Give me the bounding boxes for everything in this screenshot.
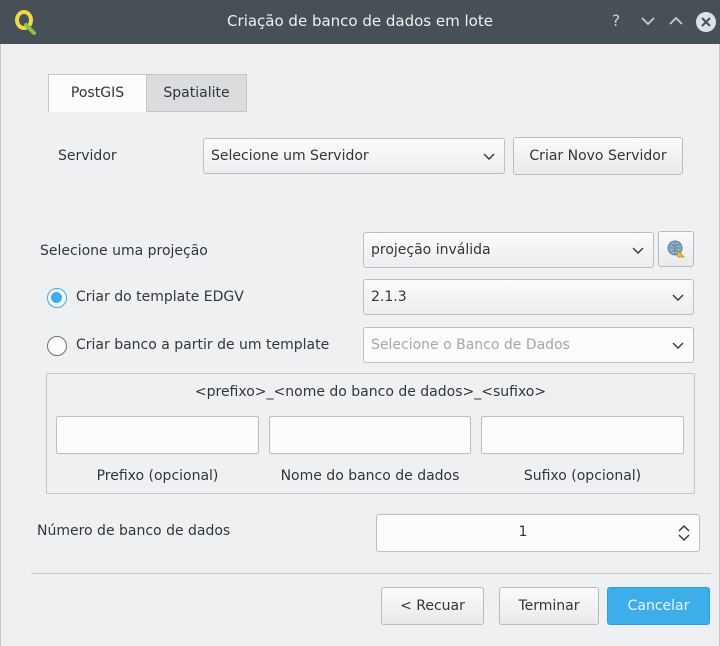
prefix-input[interactable] [56, 416, 259, 454]
prefix-label: Prefixo (opcional) [96, 468, 219, 484]
edgv-version-select[interactable]: 2.1.3 [363, 279, 694, 315]
chevron-down-icon [672, 342, 684, 349]
database-count-value: 1 [518, 524, 528, 540]
close-icon[interactable] [696, 12, 716, 32]
template-db-radio[interactable] [47, 336, 67, 356]
spin-updown-icon[interactable] [677, 523, 691, 543]
title-bar: Criação de banco de dados em lote ? [0, 0, 720, 44]
dialog-body: PostGIS Spatialite Servidor Selecione um… [0, 44, 720, 646]
tab-spatialite[interactable]: Spatialite [147, 74, 247, 112]
projection-picker-button[interactable] [658, 231, 694, 267]
new-server-button[interactable]: Criar Novo Servidor [513, 137, 683, 175]
maximize-icon[interactable] [664, 9, 688, 33]
projection-globe-icon [667, 240, 685, 258]
help-icon[interactable]: ? [604, 9, 628, 33]
back-button[interactable]: < Recuar [381, 587, 484, 625]
database-count-label: Número de banco de dados [37, 523, 231, 539]
naming-group: <prefixo>_<nome do banco de dados>_<sufi… [46, 373, 695, 494]
projection-select-value: projeção inválida [371, 242, 491, 258]
tab-postgis[interactable]: PostGIS [48, 74, 147, 112]
chevron-down-icon [672, 294, 684, 301]
divider [31, 573, 711, 574]
finish-button[interactable]: Terminar [499, 587, 599, 625]
projection-label: Selecione uma projeção [40, 243, 208, 259]
server-select-value: Selecione um Servidor [211, 148, 369, 164]
template-edgv-label: Criar do template EDGV [76, 289, 244, 305]
projection-select[interactable]: projeção inválida [363, 232, 654, 268]
chevron-down-icon [483, 153, 495, 160]
template-db-select[interactable]: Selecione o Banco de Dados [363, 327, 694, 363]
database-name-input[interactable] [269, 416, 471, 454]
cancel-button[interactable]: Cancelar [607, 587, 710, 625]
server-label: Servidor [58, 148, 117, 164]
database-name-label: Nome do banco de dados [280, 468, 460, 484]
suffix-label: Sufixo (opcional) [523, 468, 642, 484]
suffix-input[interactable] [481, 416, 684, 454]
naming-pattern: <prefixo>_<nome do banco de dados>_<sufi… [194, 384, 547, 400]
minimize-icon[interactable] [636, 9, 660, 33]
template-edgv-radio[interactable] [47, 288, 67, 308]
database-count-spinbox[interactable]: 1 [376, 514, 700, 552]
edgv-version-value: 2.1.3 [371, 289, 407, 305]
template-db-label: Criar banco a partir de um template [76, 337, 330, 353]
server-select[interactable]: Selecione um Servidor [203, 138, 505, 174]
chevron-down-icon [632, 247, 644, 254]
template-db-placeholder: Selecione o Banco de Dados [371, 337, 570, 353]
